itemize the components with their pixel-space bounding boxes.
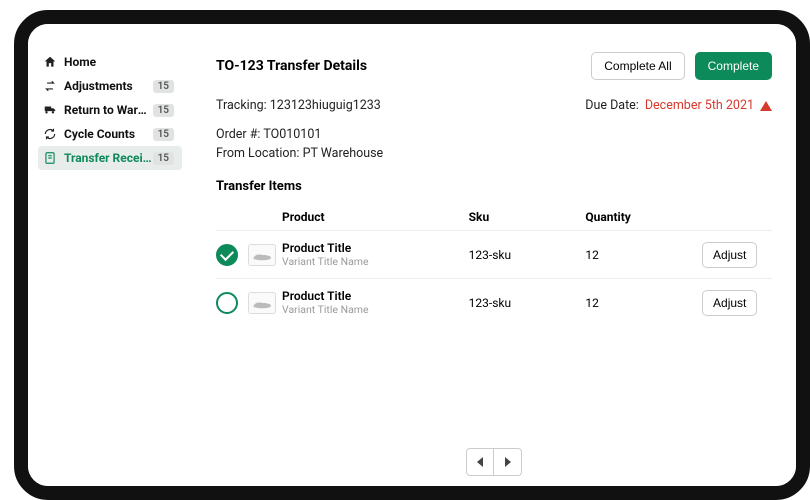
product-qty: 12 bbox=[585, 296, 702, 310]
refresh-icon bbox=[42, 126, 58, 142]
app-screen: Home Adjustments 15 Return to Warehouse … bbox=[28, 24, 796, 486]
sidebar-badge: 15 bbox=[153, 104, 174, 117]
order-value: TO010101 bbox=[263, 127, 321, 142]
pager-next-button[interactable] bbox=[494, 448, 522, 476]
complete-all-button[interactable]: Complete All bbox=[591, 52, 684, 80]
table-row: Product Title Variant Title Name 123-sku… bbox=[216, 230, 772, 278]
tracking-line: Tracking: 123123hiuguig1233 bbox=[216, 98, 381, 113]
home-icon bbox=[42, 54, 58, 70]
product-sku: 123-sku bbox=[469, 296, 586, 310]
from-label: From Location: bbox=[216, 146, 299, 161]
col-sku: Sku bbox=[469, 210, 586, 224]
page-title: TO-123 Transfer Details bbox=[216, 58, 367, 74]
product-thumb bbox=[248, 292, 276, 314]
sidebar-badge: 15 bbox=[153, 152, 174, 165]
sidebar-item-home[interactable]: Home bbox=[38, 50, 182, 74]
product-variant: Variant Title Name bbox=[282, 255, 469, 268]
header-row: TO-123 Transfer Details Complete All Com… bbox=[216, 52, 772, 80]
sidebar-item-cycle[interactable]: Cycle Counts 15 bbox=[38, 122, 182, 146]
receipt-icon bbox=[42, 150, 58, 166]
sidebar-item-label: Cycle Counts bbox=[64, 127, 153, 141]
tracking-label: Tracking: bbox=[216, 98, 267, 113]
from-line: From Location: PT Warehouse bbox=[216, 146, 772, 161]
truck-icon bbox=[42, 102, 58, 118]
order-line: Order #: TO010101 bbox=[216, 127, 772, 142]
due-date: Due Date: December 5th 2021 bbox=[585, 98, 772, 113]
tablet-frame: Home Adjustments 15 Return to Warehouse … bbox=[14, 10, 810, 500]
sidebar-badge: 15 bbox=[153, 80, 174, 93]
col-product: Product bbox=[282, 210, 469, 224]
sidebar-item-label: Adjustments bbox=[64, 79, 153, 93]
product-sku: 123-sku bbox=[469, 248, 586, 262]
pager-prev-button[interactable] bbox=[466, 448, 494, 476]
status-checked-icon[interactable] bbox=[216, 244, 238, 266]
due-date-value: December 5th 2021 bbox=[645, 98, 754, 113]
main-panel: TO-123 Transfer Details Complete All Com… bbox=[182, 44, 796, 486]
adjust-button[interactable]: Adjust bbox=[702, 290, 757, 316]
pager bbox=[216, 428, 772, 476]
items-section-title: Transfer Items bbox=[216, 179, 772, 194]
from-value: PT Warehouse bbox=[303, 146, 384, 161]
complete-button[interactable]: Complete bbox=[695, 52, 772, 80]
product-variant: Variant Title Name bbox=[282, 303, 469, 316]
sidebar: Home Adjustments 15 Return to Warehouse … bbox=[32, 44, 182, 486]
table-header: Product Sku Quantity bbox=[216, 204, 772, 230]
order-label: Order #: bbox=[216, 127, 260, 142]
tracking-value: 123123hiuguig1233 bbox=[270, 98, 381, 113]
status-unchecked-icon[interactable] bbox=[216, 292, 238, 314]
product-title: Product Title bbox=[282, 289, 469, 303]
product-title: Product Title bbox=[282, 241, 469, 255]
chevron-right-icon bbox=[505, 457, 511, 467]
product-qty: 12 bbox=[585, 248, 702, 262]
chevron-left-icon bbox=[477, 457, 483, 467]
sidebar-item-label: Transfer Receipts bbox=[64, 151, 153, 165]
sidebar-badge: 15 bbox=[153, 128, 174, 141]
sidebar-item-transfer[interactable]: Transfer Receipts 15 bbox=[38, 146, 182, 170]
sidebar-item-label: Return to Warehouse bbox=[64, 103, 153, 117]
sidebar-item-label: Home bbox=[64, 55, 174, 69]
adjust-button[interactable]: Adjust bbox=[702, 242, 757, 268]
col-qty: Quantity bbox=[585, 210, 702, 224]
sidebar-item-adjustments[interactable]: Adjustments 15 bbox=[38, 74, 182, 98]
header-actions: Complete All Complete bbox=[591, 52, 772, 80]
product-thumb bbox=[248, 244, 276, 266]
details-block: Tracking: 123123hiuguig1233 Due Date: De… bbox=[216, 98, 772, 165]
sidebar-item-return[interactable]: Return to Warehouse 15 bbox=[38, 98, 182, 122]
table-row: Product Title Variant Title Name 123-sku… bbox=[216, 278, 772, 326]
due-date-label: Due Date: bbox=[585, 98, 639, 113]
warning-icon bbox=[760, 101, 772, 111]
swap-icon bbox=[42, 78, 58, 94]
